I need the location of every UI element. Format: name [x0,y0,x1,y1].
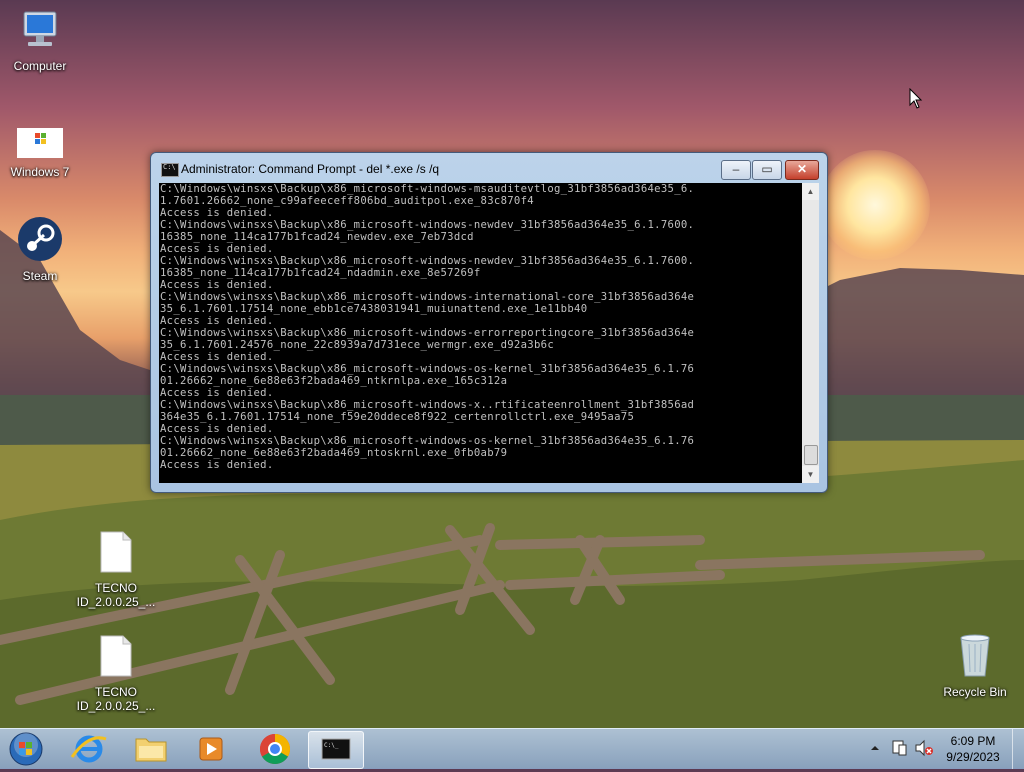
clock-time: 6:09 PM [950,734,996,748]
volume-muted-icon[interactable] [914,739,934,757]
file-icon [100,635,132,677]
file-icon [100,531,132,573]
minimize-icon: – [732,162,740,176]
close-button[interactable]: ✕ [785,160,819,180]
show-desktop-button[interactable] [1012,729,1024,769]
console-line: C:\Windows\winsxs\Backup\x86_microsoft-w… [160,183,695,195]
clock-date: 9/29/2023 [946,750,1000,764]
desktop-icon-recycle-bin[interactable]: Recycle Bin [935,632,1015,699]
desktop-icon-steam[interactable]: Steam [0,216,80,283]
command-prompt-icon: C:\_ [321,738,351,760]
console-line: C:\Windows\winsxs\Backup\x86_microsoft-w… [160,291,695,303]
vertical-scrollbar[interactable]: ▲ ▼ [802,183,819,483]
console-line: C:\Windows\winsxs\Backup\x86_microsoft-w… [160,363,695,375]
console-line: 16385_none_114ca177b1fcad24_newdev.exe_7… [160,231,474,243]
window-title: Administrator: Command Prompt - del *.ex… [181,162,440,176]
taskbar: C:\_ 6:09 PM 9/29/2023 [0,728,1024,769]
console-text: C:\Windows\winsxs\Backup\x86_microsoft-w… [159,183,802,471]
taskbar-internet-explorer[interactable] [62,731,116,767]
console-line: 35_6.1.7601.17514_none_ebb1ce7438031941_… [160,303,588,315]
scroll-up-arrow-icon[interactable]: ▲ [802,183,819,200]
taskbar-chrome[interactable] [248,731,302,767]
steam-icon [18,217,62,261]
taskbar-media-player[interactable] [184,731,238,767]
maximize-button[interactable]: ▭ [752,160,782,180]
console-line: 1.7601.26662_none_c99afeeceff806bd_audit… [160,195,534,207]
sun [820,150,930,260]
show-hidden-icons-icon[interactable] [870,743,880,753]
desktop-icon-label: TECNO ID_2.0.0.25_... [76,685,156,713]
console-line: 01.26662_none_6e88e63f2bada469_ntkrnlpa.… [160,375,508,387]
window-titlebar[interactable]: Administrator: Command Prompt - del *.ex… [151,153,827,183]
console-line: C:\Windows\winsxs\Backup\x86_microsoft-w… [160,255,695,267]
internet-explorer-icon [70,735,107,763]
console-line: C:\Windows\winsxs\Backup\x86_microsoft-w… [160,399,695,411]
console-line: 16385_none_114ca177b1fcad24_ndadmin.exe_… [160,267,481,279]
start-orb-icon [9,732,43,766]
media-player-icon [199,737,223,761]
console-line: Access is denied. [160,207,274,219]
action-center-icon[interactable] [890,739,908,757]
folder-icon [135,738,167,762]
svg-text:C:\_: C:\_ [324,742,339,749]
console-line: C:\Windows\winsxs\Backup\x86_microsoft-w… [160,435,695,447]
cmd-icon [161,163,179,177]
desktop-icon-tecno-id-1[interactable]: TECNO ID_2.0.0.25_... [76,530,156,609]
console-line: Access is denied. [160,315,274,327]
console-line: Access is denied. [160,423,274,435]
taskbar-file-explorer[interactable] [124,731,178,767]
minimize-button[interactable]: – [721,160,751,180]
taskbar-command-prompt[interactable]: C:\_ [308,731,364,769]
windows-logo-icon [17,128,63,158]
desktop-icon-windows-7[interactable]: Windows 7 [0,128,80,179]
mouse-cursor-icon [909,88,923,109]
desktop-icon-computer[interactable]: Computer [0,8,80,73]
maximize-icon: ▭ [761,162,773,176]
chrome-icon [259,734,291,765]
system-clock[interactable]: 6:09 PM 9/29/2023 [940,733,1006,765]
console-line: 35_6.1.7601.24576_none_22c8939a7d731ece_… [160,339,554,351]
computer-icon [23,11,57,46]
start-button[interactable] [6,731,46,767]
scroll-down-arrow-icon[interactable]: ▼ [802,466,819,483]
desktop-icon-label: TECNO ID_2.0.0.25_... [76,581,156,609]
console-line: Access is denied. [160,279,274,291]
desktop-icon-label: Windows 7 [10,165,70,179]
close-icon: ✕ [796,162,808,176]
console-line: Access is denied. [160,459,274,471]
scrollbar-thumb[interactable] [804,445,818,465]
console-line: C:\Windows\winsxs\Backup\x86_microsoft-w… [160,327,695,339]
console-output[interactable]: C:\Windows\winsxs\Backup\x86_microsoft-w… [159,183,802,483]
command-prompt-window[interactable]: Administrator: Command Prompt - del *.ex… [150,152,828,493]
desktop-icon-tecno-id-2[interactable]: TECNO ID_2.0.0.25_... [76,634,156,713]
console-line: C:\Windows\winsxs\Backup\x86_microsoft-w… [160,219,695,231]
console-line: 01.26662_none_6e88e63f2bada469_ntoskrnl.… [160,447,508,459]
recycle-bin-icon [960,634,990,677]
console-line: Access is denied. [160,243,274,255]
console-line: 364e35_6.1.7601.17514_none_f59e20ddece8f… [160,411,635,423]
console-line: Access is denied. [160,387,274,399]
desktop-icon-label: Computer [13,59,67,73]
desktop-icon-label: Steam [22,269,58,283]
console-line: Access is denied. [160,351,274,363]
desktop-icon-label: Recycle Bin [943,685,1007,699]
